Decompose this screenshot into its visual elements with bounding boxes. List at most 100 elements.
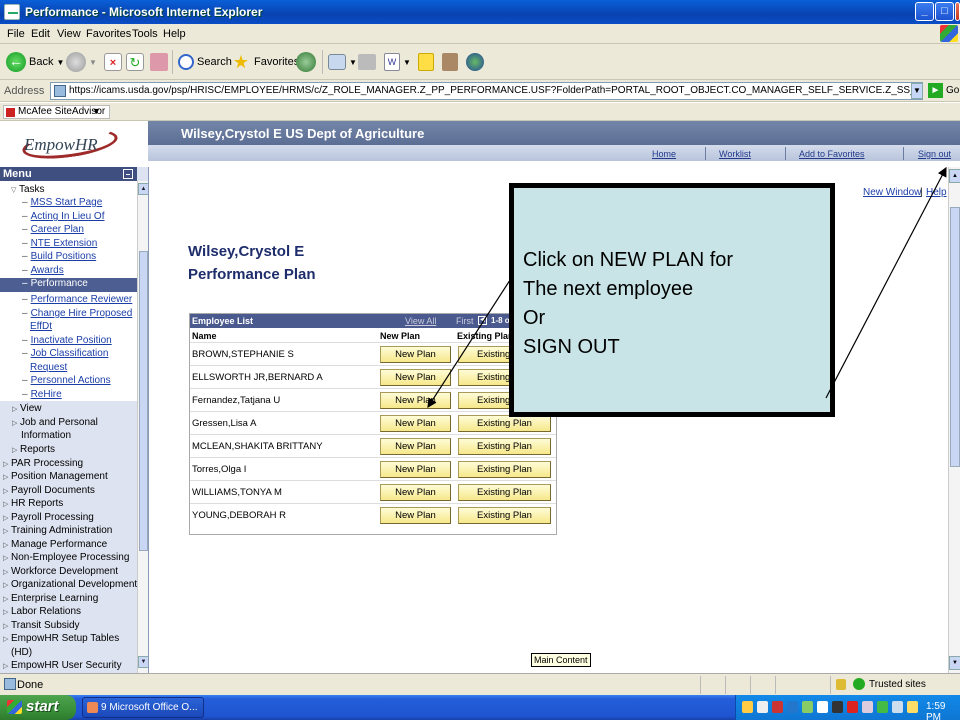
menu-folder-payroll-processing[interactable]: ▷ Payroll Processing (3, 512, 94, 525)
menu-folder-payroll-documents[interactable]: ▷ Payroll Documents (3, 485, 95, 498)
scroll-up-icon[interactable]: ▲ (138, 183, 148, 195)
menu-edit[interactable]: Edit (31, 28, 50, 40)
menu-scroll-thumb[interactable] (139, 251, 148, 551)
go-button[interactable]: Go (946, 85, 959, 96)
menu-link-nte-extension[interactable]: – NTE Extension (22, 238, 97, 250)
tray-icon[interactable] (907, 701, 918, 713)
menu-link-inactivate-position[interactable]: – Inactivate Position (22, 335, 112, 347)
tray-icon[interactable] (787, 701, 798, 713)
menu-folder-empowhr-user-security[interactable]: ▷ EmpowHR User Security (3, 660, 122, 673)
menu-file[interactable]: File (7, 28, 25, 40)
existing-plan-button[interactable]: Existing Plan (458, 438, 551, 455)
history-button[interactable] (296, 50, 316, 74)
taskbar-office-button[interactable]: 9 Microsoft Office O... (82, 697, 204, 718)
menu-link-change-hire-proposed[interactable]: – Change Hire Proposed (22, 308, 132, 320)
existing-plan-button[interactable]: Existing Plan (458, 415, 551, 432)
menu-folder-reports[interactable]: ▷ Reports (12, 444, 55, 457)
existing-plan-button[interactable]: Existing Plan (458, 461, 551, 478)
forward-dropdown-icon[interactable]: ▼ (89, 58, 97, 67)
print-button[interactable] (358, 50, 376, 74)
menu-link-rehire[interactable]: – ReHire (22, 389, 62, 401)
menu-link-personnel-actions[interactable]: – Personnel Actions (22, 375, 111, 387)
help-link[interactable]: Help (926, 187, 947, 198)
menu-folder-view[interactable]: ▷ View (12, 403, 42, 416)
tray-icon[interactable] (742, 701, 753, 713)
mail-button[interactable]: ▼ (328, 50, 357, 74)
page-scrollbar[interactable]: ▲ ▼ (948, 167, 960, 673)
menu-folder-organizational-development[interactable]: ▷ Organizational Development (3, 579, 137, 592)
menu-link-career-plan[interactable]: – Career Plan (22, 224, 84, 236)
menu-link-mss-start-page[interactable]: – MSS Start Page (22, 197, 102, 209)
start-button[interactable]: start (0, 695, 76, 720)
add-to-favorites-link[interactable]: Add to Favorites (799, 149, 865, 159)
menu-folder-information[interactable]: Information (21, 430, 71, 442)
tray-icon[interactable] (892, 701, 903, 713)
menu-folder-manage-performance[interactable]: ▷ Manage Performance (3, 539, 107, 552)
menu-folder-empowhr-setup-tables[interactable]: ▷ EmpowHR Setup Tables (3, 633, 119, 646)
maximize-button[interactable]: □ (935, 2, 954, 21)
messenger-button[interactable] (466, 50, 484, 74)
menu-folder-hd[interactable]: (HD) (11, 647, 32, 659)
menu-link-build-positions[interactable]: – Build Positions (22, 251, 96, 263)
menu-favorites[interactable]: Favorites (86, 28, 131, 40)
new-plan-button[interactable]: New Plan (380, 415, 451, 432)
scroll-down-icon[interactable]: ▼ (138, 656, 148, 668)
prev-page-icon[interactable]: ◀ (478, 316, 487, 325)
favorites-button[interactable]: ★ Favorites (231, 50, 299, 74)
menu-folder-par-processing[interactable]: ▷ PAR Processing (3, 458, 83, 471)
menu-folder-job-and-personal[interactable]: ▷ Job and Personal (12, 417, 98, 430)
sticky-note-button[interactable] (418, 50, 434, 74)
scroll-down-icon[interactable]: ▼ (949, 656, 960, 670)
forward-button[interactable]: ▼ (66, 50, 97, 74)
menu-folder-hr-reports[interactable]: ▷ HR Reports (3, 498, 63, 511)
search-button[interactable]: Search (178, 50, 232, 74)
menu-link-job-classification[interactable]: – Job Classification (22, 348, 108, 360)
new-plan-button[interactable]: New Plan (380, 438, 451, 455)
new-plan-button[interactable]: New Plan (380, 484, 451, 501)
tray-icon[interactable] (817, 701, 828, 713)
edit-word-button[interactable]: W ▼ (384, 50, 411, 74)
mcafee-dropdown-icon[interactable]: ▼ (92, 106, 101, 116)
scroll-up-icon[interactable]: ▲ (949, 169, 960, 183)
menu-link-request[interactable]: Request (30, 362, 67, 374)
research-button[interactable] (442, 50, 458, 74)
menu-folder-non-employee-processing[interactable]: ▷ Non-Employee Processing (3, 552, 129, 565)
new-plan-button[interactable]: New Plan (380, 346, 451, 363)
menu-folder-transit-subsidy[interactable]: ▷ Transit Subsidy (3, 620, 80, 633)
menu-folder-training-administration[interactable]: ▷ Training Administration (3, 525, 112, 538)
new-plan-button[interactable]: New Plan (380, 392, 451, 409)
close-button[interactable] (955, 2, 960, 21)
home-link[interactable]: Home (652, 149, 676, 159)
menu-link-effdt[interactable]: EffDt (30, 321, 52, 333)
minimize-button[interactable]: _ (915, 2, 934, 21)
home-button[interactable] (150, 50, 168, 74)
menu-scrollbar[interactable]: ▲ ▼ (137, 181, 148, 673)
address-input[interactable]: https://icams.usda.gov/psp/HRISC/EMPLOYE… (50, 82, 923, 100)
menu-help[interactable]: Help (163, 28, 186, 40)
menu-minimize-icon[interactable] (123, 169, 133, 179)
tray-icon[interactable] (802, 701, 813, 713)
tray-icon[interactable] (757, 701, 768, 713)
back-dropdown-icon[interactable]: ▼ (56, 58, 64, 67)
refresh-button[interactable]: ↻ (126, 50, 144, 74)
existing-plan-button[interactable]: Existing Plan (458, 507, 551, 524)
menu-folder-enterprise-learning[interactable]: ▷ Enterprise Learning (3, 593, 98, 606)
menu-folder-position-management[interactable]: ▷ Position Management (3, 471, 108, 484)
menu-tools[interactable]: Tools (132, 28, 158, 40)
back-button[interactable]: Back ▼ (6, 50, 64, 74)
menu-view[interactable]: View (57, 28, 81, 40)
page-scroll-thumb[interactable] (950, 207, 960, 467)
view-all-link[interactable]: View All (405, 314, 436, 328)
new-plan-button[interactable]: New Plan (380, 507, 451, 524)
sign-out-link[interactable]: Sign out (918, 149, 951, 159)
tray-icon[interactable] (862, 701, 873, 713)
menu-link-awards[interactable]: – Awards (22, 265, 64, 277)
existing-plan-button[interactable]: Existing Plan (458, 484, 551, 501)
menu-link-performance-reviewer[interactable]: – Performance Reviewer (22, 294, 132, 306)
menu-folder-labor-relations[interactable]: ▷ Labor Relations (3, 606, 81, 619)
new-window-link[interactable]: New Window (863, 187, 921, 198)
stop-button[interactable]: × (104, 50, 122, 74)
tray-icon[interactable] (832, 701, 843, 713)
menu-link-acting-in-lieu-of[interactable]: – Acting In Lieu Of (22, 211, 105, 223)
menu-link-performance-selected[interactable]: – Performance (0, 278, 137, 292)
